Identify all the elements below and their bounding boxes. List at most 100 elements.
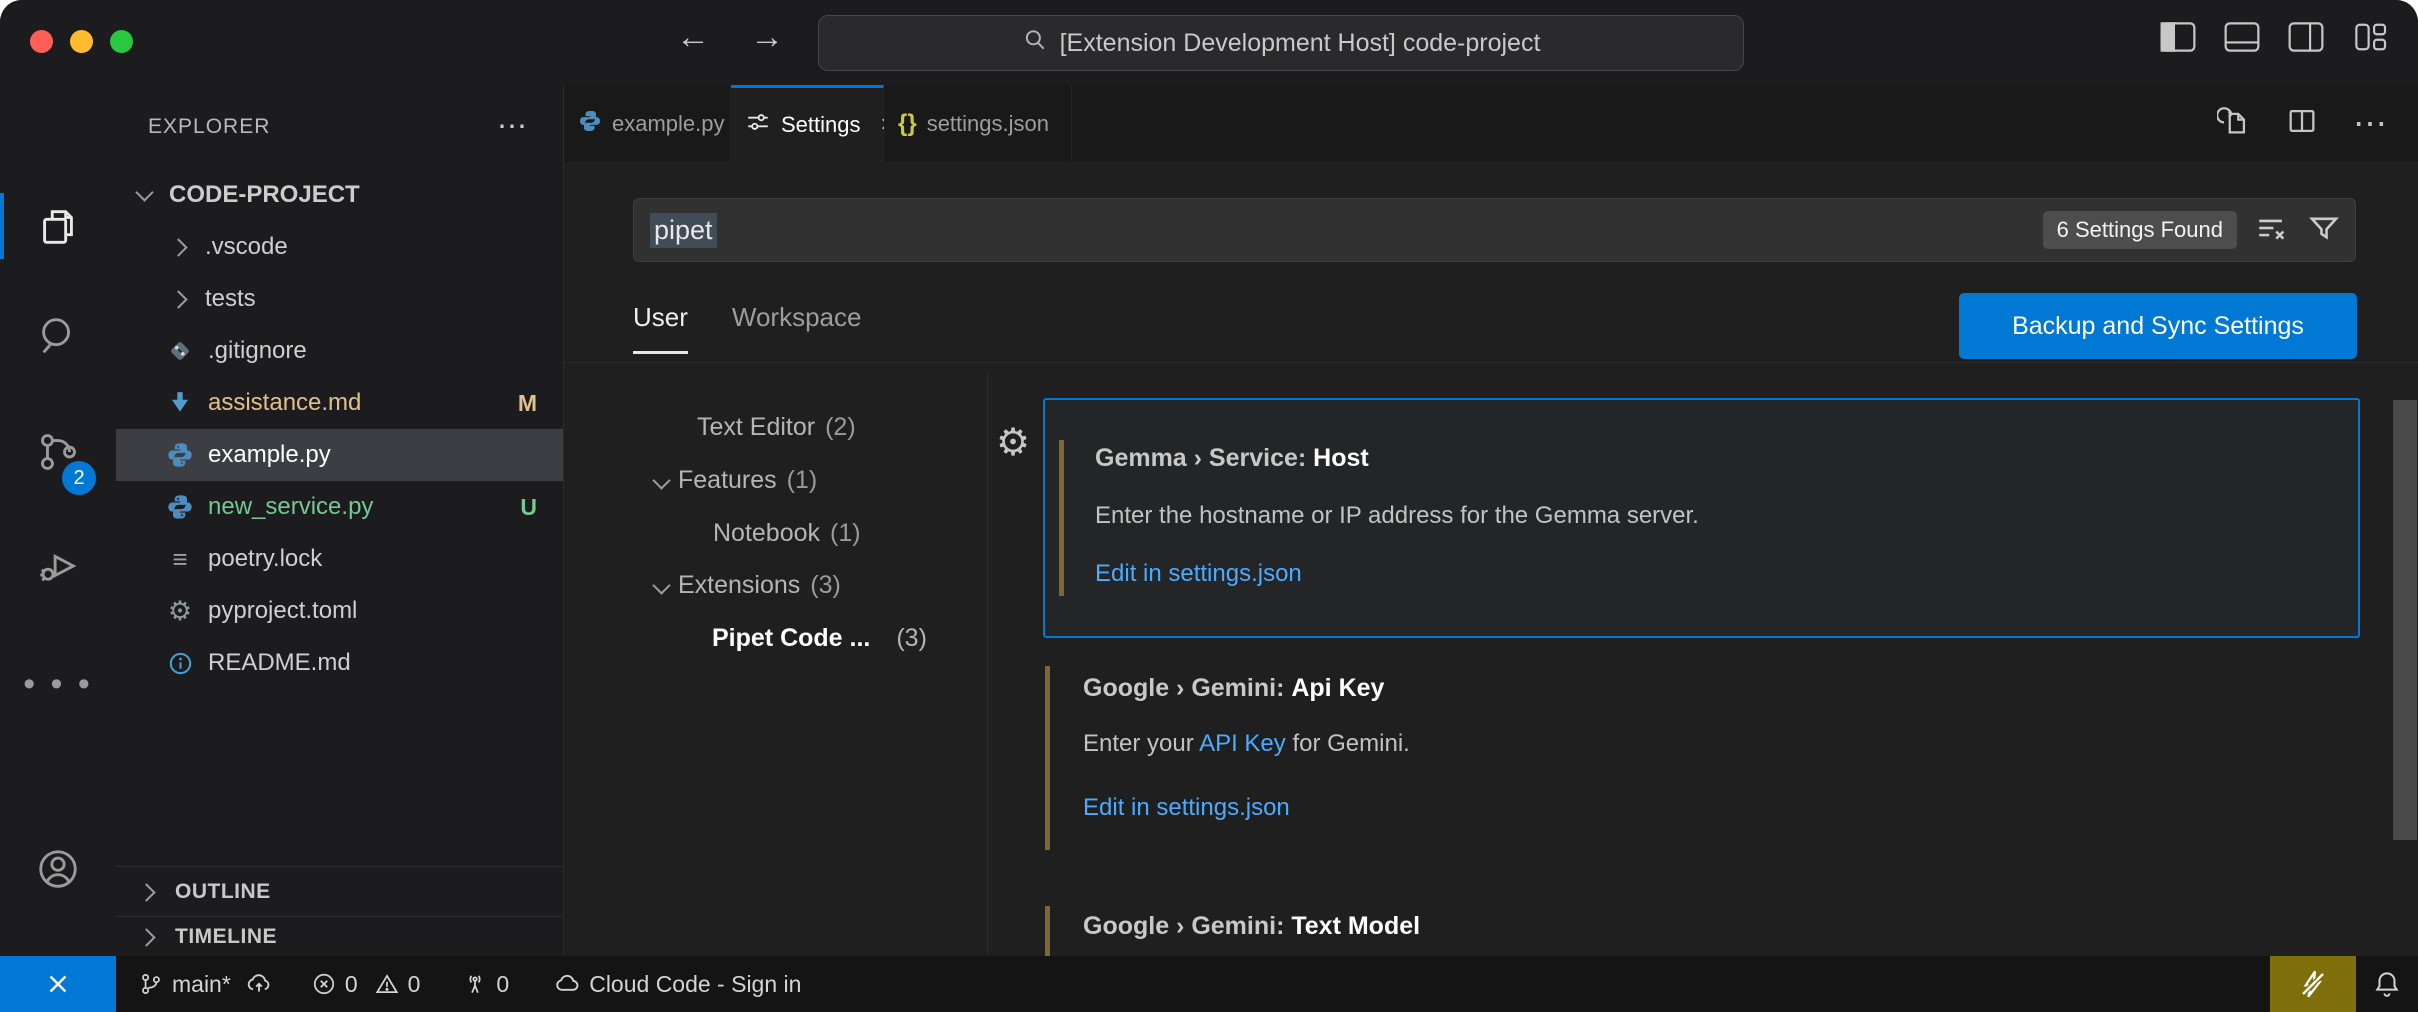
settings-scope-tabs: User Workspace	[633, 302, 861, 354]
python-file-icon	[166, 441, 194, 469]
toc-item-extensions[interactable]: Extensions (3)	[655, 568, 841, 602]
markdown-download-icon	[166, 389, 194, 417]
remote-indicator[interactable]	[0, 956, 116, 1012]
chevron-right-icon	[169, 238, 187, 256]
explorer-sidebar: EXPLORER ⋯ CODE-PROJECT .vscode tests .g…	[116, 85, 564, 956]
backup-sync-settings-button[interactable]: Backup and Sync Settings	[1959, 293, 2357, 359]
activity-bar: 2 • • • ⚙ 1	[0, 85, 116, 956]
sync-changes-icon[interactable]	[245, 970, 273, 998]
setting-description: Enter your API Key for Gemini.	[1083, 730, 1410, 758]
settings-search-value: pipet	[650, 213, 717, 248]
modified-indicator	[1045, 666, 1050, 850]
edit-in-settings-json-link[interactable]: Edit in settings.json	[1083, 794, 1290, 822]
toggle-primary-sidebar-icon[interactable]	[2160, 22, 2196, 52]
settings-header-divider	[564, 362, 2418, 363]
python-file-icon	[578, 109, 602, 139]
maximize-window-button[interactable]	[110, 30, 133, 53]
setting-item-google-gemini-text-model[interactable]: Google › Gemini: Text Model	[1043, 902, 2360, 956]
toggle-secondary-sidebar-icon[interactable]	[2288, 22, 2324, 52]
problems-status-item[interactable]: 0 0	[311, 971, 421, 998]
close-window-button[interactable]	[30, 30, 53, 53]
tree-item-new-service-py[interactable]: new_service.py U	[116, 481, 563, 533]
json-braces-icon: {}	[898, 110, 917, 138]
explorer-view-icon[interactable]	[0, 177, 116, 277]
tab-settings-json[interactable]: {} settings.json	[884, 85, 1072, 162]
more-editor-actions-icon[interactable]: ⋯	[2353, 104, 2390, 144]
settings-results-count-badge: 6 Settings Found	[2043, 211, 2237, 249]
status-bar: main* 0 0 0 Cloud Code - Sign i	[0, 956, 2418, 1012]
error-icon	[311, 971, 337, 997]
source-control-view-icon[interactable]	[0, 402, 116, 502]
tree-item-tests[interactable]: tests	[116, 273, 563, 325]
setting-title: Gemma › Service: Host	[1095, 444, 1369, 473]
modified-indicator	[1045, 906, 1050, 956]
more-views-icon[interactable]: • • •	[0, 634, 116, 734]
tree-item-example-py[interactable]: example.py	[116, 429, 563, 481]
settings-sliders-icon	[745, 109, 771, 141]
tab-bar: example.py Settings × {} settings.json	[564, 85, 2418, 162]
chevron-down-icon	[652, 471, 670, 489]
cloud-icon	[553, 970, 581, 998]
setting-item-gemma-service-host[interactable]: Gemma › Service: Host Enter the hostname…	[1043, 398, 2360, 638]
settings-search-input[interactable]: pipet 6 Settings Found	[633, 198, 2356, 262]
filter-settings-icon[interactable]	[2307, 211, 2341, 250]
minimize-window-button[interactable]	[70, 30, 93, 53]
extension-host-warning-item[interactable]	[2270, 956, 2356, 1012]
tree-item-poetry-lock[interactable]: ≡ poetry.lock	[116, 533, 563, 585]
git-status-badge: U	[520, 494, 537, 521]
split-editor-icon[interactable]	[2285, 104, 2319, 143]
titlebar: ← → [Extension Development Host] code-pr…	[0, 0, 2418, 85]
tree-item-pyproject-toml[interactable]: ⚙ pyproject.toml	[116, 585, 563, 637]
tab-settings[interactable]: Settings ×	[731, 85, 884, 162]
search-view-icon[interactable]	[0, 286, 116, 386]
run-debug-view-icon[interactable]	[0, 515, 116, 615]
tab-example-py[interactable]: example.py	[564, 85, 731, 162]
api-key-link[interactable]: API Key	[1199, 730, 1286, 757]
search-icon	[1022, 27, 1048, 60]
navigate-back-button[interactable]: ←	[668, 18, 718, 57]
tree-root-code-project[interactable]: CODE-PROJECT	[116, 169, 563, 221]
editor-area: example.py Settings × {} settings.json	[564, 85, 2418, 956]
scope-tab-workspace[interactable]: Workspace	[732, 302, 862, 354]
settings-scrollbar-thumb[interactable]	[2393, 400, 2417, 840]
outline-section-header[interactable]: OUTLINE	[116, 866, 563, 917]
toml-gear-icon: ⚙	[166, 597, 194, 625]
vscode-window: ← → [Extension Development Host] code-pr…	[0, 0, 2418, 1012]
notifications-bell-icon[interactable]	[2356, 956, 2418, 1012]
tree-item-assistance-md[interactable]: assistance.md M	[116, 377, 563, 429]
chevron-right-icon	[137, 928, 155, 946]
toc-item-text-editor[interactable]: Text Editor (2)	[697, 410, 856, 444]
warning-count: 0	[408, 971, 421, 998]
clear-settings-search-icon[interactable]	[2255, 211, 2289, 250]
cloud-code-status-item[interactable]: Cloud Code - Sign in	[553, 970, 801, 998]
scope-tab-user[interactable]: User	[633, 302, 688, 354]
open-settings-json-icon[interactable]	[2217, 104, 2251, 143]
radio-tower-icon	[462, 971, 488, 997]
toc-item-pipet-code[interactable]: Pipet Code ... (3)	[712, 621, 927, 655]
accounts-icon[interactable]	[0, 819, 116, 919]
setting-description: Enter the hostname or IP address for the…	[1095, 502, 1699, 530]
tree-item-readme-md[interactable]: README.md	[116, 637, 563, 689]
customize-layout-icon[interactable]	[2352, 22, 2388, 52]
chevron-down-icon	[135, 183, 153, 201]
edit-in-settings-json-link[interactable]: Edit in settings.json	[1095, 560, 1302, 588]
command-center-search[interactable]: [Extension Development Host] code-projec…	[818, 15, 1744, 71]
branch-status-item[interactable]: main*	[138, 970, 273, 998]
git-file-icon	[166, 337, 194, 365]
warning-icon	[374, 971, 400, 997]
toc-item-features[interactable]: Features (1)	[655, 463, 817, 497]
tree-item-gitignore[interactable]: .gitignore	[116, 325, 563, 377]
info-file-icon	[166, 649, 194, 677]
setting-item-google-gemini-api-key[interactable]: Google › Gemini: Api Key Enter your API …	[1043, 662, 2360, 854]
window-title: [Extension Development Host] code-projec…	[1060, 29, 1541, 58]
toggle-panel-icon[interactable]	[2224, 22, 2260, 52]
explorer-header: EXPLORER ⋯	[116, 85, 563, 169]
setting-gear-icon[interactable]: ⚙	[996, 424, 1030, 462]
ports-status-item[interactable]: 0	[462, 971, 509, 998]
toc-item-notebook[interactable]: Notebook (1)	[713, 516, 861, 550]
navigate-forward-button[interactable]: →	[742, 18, 792, 57]
timeline-section-header[interactable]: TIMELINE	[116, 916, 563, 957]
toc-sash[interactable]	[987, 372, 988, 956]
tree-item-vscode[interactable]: .vscode	[116, 221, 563, 273]
python-file-icon	[166, 493, 194, 521]
